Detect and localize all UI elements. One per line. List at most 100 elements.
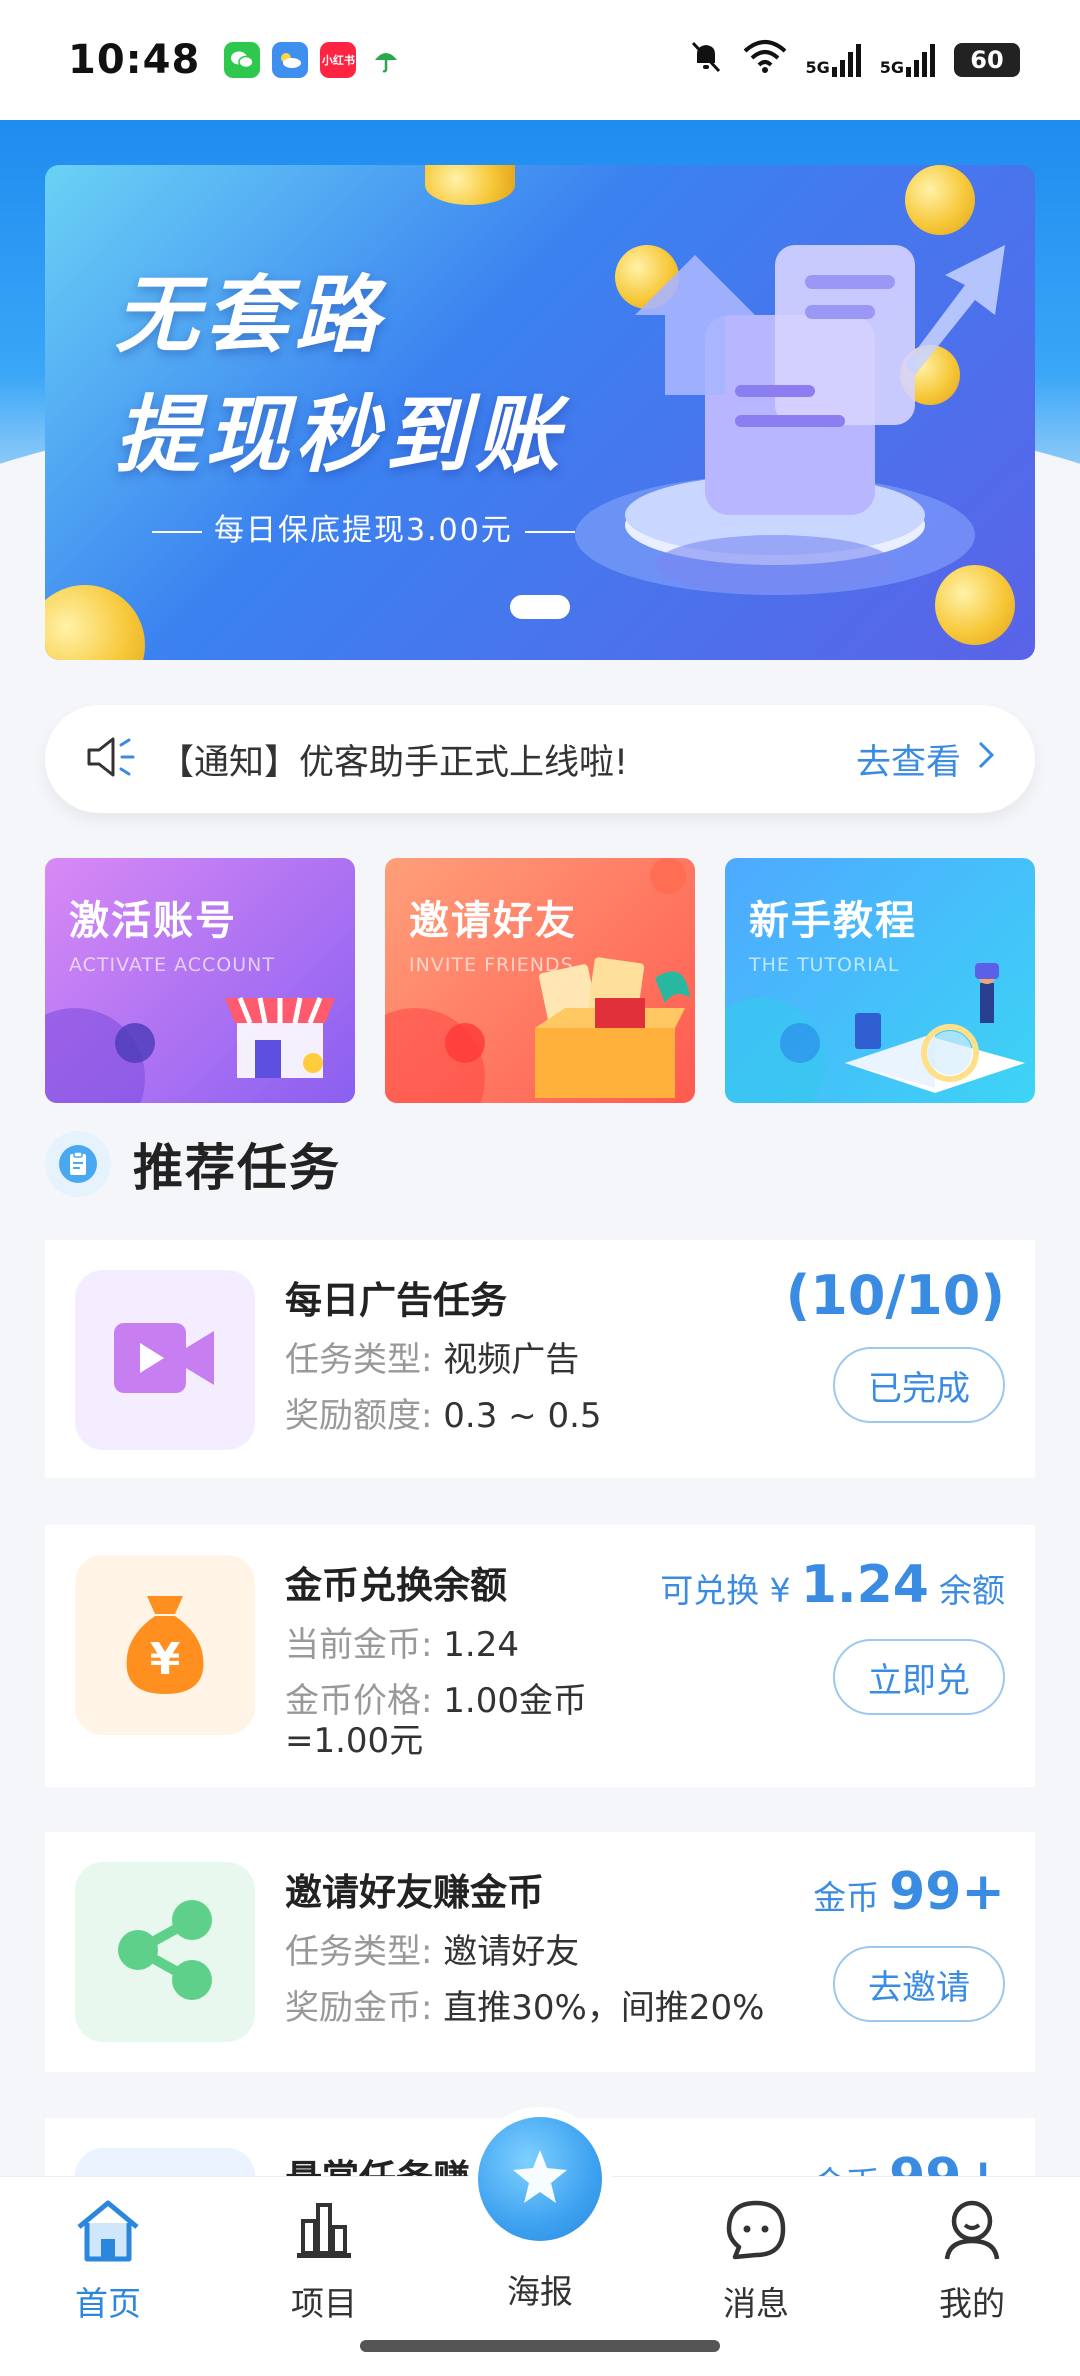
exchangeable-value: 1.24: [800, 1555, 929, 1615]
coin-price-value: 1.00金币: [443, 1681, 587, 1721]
task-type-value: 邀请好友: [443, 1932, 580, 1972]
status-time: 10:48: [68, 37, 201, 83]
gift-box-illustration: [535, 957, 690, 1098]
money-bag-icon: ¥: [115, 1588, 215, 1702]
coin-price-row: 金币价格: 1.00金币: [285, 1681, 587, 1721]
reward-range-label: 奖励额度:: [285, 1396, 433, 1436]
coin-reward-prefix: 金币: [813, 1878, 880, 1917]
completed-button[interactable]: 已完成: [833, 1347, 1005, 1423]
coin-price-continued: =1.00元: [285, 1721, 424, 1761]
bubble-decoration: [780, 1023, 820, 1063]
coin-price-label: 金币价格:: [285, 1681, 433, 1721]
task-icon-container: [75, 1270, 255, 1450]
reward-coins-row: 奖励金币: 直推30%，间推20%: [285, 1988, 764, 2028]
xiaohongshu-icon: 小红书: [320, 42, 357, 78]
task-type-value: 视频广告: [443, 1340, 580, 1380]
tutorial-title: 新手教程: [749, 898, 917, 944]
promo-banner[interactable]: 无套路 提现秒到账 每日保底提现3.00元: [45, 165, 1035, 660]
task-details: 邀请好友赚金币 任务类型: 邀请好友 奖励金币: 直推30%，间推20%: [285, 1862, 764, 2042]
nav-projects[interactable]: 项目: [254, 2197, 394, 2325]
view-notice-link[interactable]: 去查看: [856, 734, 995, 785]
carousel-indicator[interactable]: [510, 595, 570, 619]
task-actions: 金币 99+ 去邀请: [813, 1862, 1005, 2042]
nav-poster-label: 海报: [507, 2272, 573, 2311]
nav-messages[interactable]: 消息: [686, 2197, 826, 2325]
nav-profile-label: 我的: [939, 2284, 1005, 2323]
task-name: 金币兑换余额: [285, 1564, 507, 1607]
invite-friends-card[interactable]: 邀请好友 INVITE FRIENDS: [385, 858, 695, 1103]
view-notice-label: 去查看: [855, 742, 961, 783]
reward-range-value: 0.3 ~ 0.5: [443, 1396, 602, 1436]
nav-home[interactable]: 首页: [38, 2197, 178, 2325]
withdraw-illustration: [575, 245, 1005, 595]
task-name: 邀请好友赚金币: [285, 1871, 544, 1914]
reward-range-row: 奖励额度: 0.3 ~ 0.5: [285, 1396, 602, 1436]
bubble-decoration: [445, 1023, 485, 1063]
task-details: 每日广告任务 任务类型: 视频广告 奖励额度: 0.3 ~ 0.5: [285, 1270, 602, 1448]
task-actions: (10/10) 已完成: [786, 1264, 1005, 1448]
xiaohongshu-label: 小红书: [321, 54, 355, 67]
task-progress: (10/10): [785, 1264, 1005, 1327]
exchangeable-suffix: 余额: [939, 1571, 1005, 1610]
status-right: 5G 5G 60: [687, 37, 1020, 83]
signal-icon-1: 5G: [805, 43, 861, 77]
banner-title: 无套路 提现秒到账: [115, 255, 565, 495]
home-indicator[interactable]: [360, 2340, 720, 2352]
task-card-invite-friends[interactable]: 邀请好友赚金币 任务类型: 邀请好友 奖励金币: 直推30%，间推20% 金币 …: [45, 1832, 1035, 2072]
current-coins-row: 当前金币: 1.24: [285, 1625, 587, 1665]
go-invite-button[interactable]: 去邀请: [833, 1946, 1005, 2022]
current-coins-value: 1.24: [443, 1625, 519, 1665]
mute-icon: [687, 37, 725, 83]
activate-account-card[interactable]: 激活账号 ACTIVATE ACCOUNT: [45, 858, 355, 1103]
umbrella-icon: [368, 42, 404, 78]
banner-subtitle: 每日保底提现3.00元: [140, 505, 587, 549]
profile-icon: [939, 2197, 1005, 2267]
exchange-now-button[interactable]: 立即兑: [833, 1639, 1005, 1715]
task-icon-container: [75, 1862, 255, 2042]
task-icon-container: ¥: [75, 1555, 255, 1735]
status-bar: 10:48 小红书 5G 5G 60: [0, 0, 1080, 120]
nav-home-label: 首页: [75, 2284, 141, 2323]
coin-reward: 金币 99+: [813, 1862, 1005, 1922]
task-card-daily-ad[interactable]: 每日广告任务 任务类型: 视频广告 奖励额度: 0.3 ~ 0.5 (10/10…: [45, 1240, 1035, 1478]
book-illustration: [845, 963, 1025, 1093]
signal-1-label: 5G: [805, 58, 830, 77]
poster-center-button[interactable]: [478, 2117, 602, 2241]
signal-icon-2: 5G: [880, 43, 936, 77]
home-icon: [73, 2197, 143, 2267]
coin-decoration: [45, 585, 145, 660]
exchangeable-amount: 可兑换 ¥ 1.24 余额: [660, 1555, 1005, 1615]
recommended-tasks-header: 推荐任务: [45, 1128, 341, 1200]
nav-profile[interactable]: 我的: [902, 2197, 1042, 2325]
task-type-row: 任务类型: 视频广告: [285, 1340, 602, 1380]
task-type-label: 任务类型:: [285, 1340, 433, 1380]
speaker-icon: [85, 735, 139, 783]
task-details: 金币兑换余额 当前金币: 1.24 金币价格: 1.00金币 =1.00元: [285, 1555, 587, 1761]
wechat-icon: [224, 42, 261, 78]
current-coins-label: 当前金币:: [285, 1625, 433, 1665]
status-app-icons: 小红书: [224, 42, 404, 78]
reward-coins-value: 直推30%，间推20%: [443, 1988, 765, 2028]
battery-indicator: 60: [954, 43, 1020, 77]
weather-icon: [272, 42, 309, 78]
activate-account-title: 激活账号: [69, 898, 237, 944]
reward-coins-label: 奖励金币:: [285, 1988, 433, 2028]
nav-poster[interactable]: 海报: [470, 2255, 610, 2313]
video-camera-icon: [110, 1313, 220, 1407]
banner-title-line1: 无套路: [115, 266, 386, 364]
nav-messages-label: 消息: [723, 2284, 789, 2323]
task-name: 每日广告任务: [285, 1279, 507, 1322]
task-type-row: 任务类型: 邀请好友: [285, 1932, 764, 1972]
bubble-decoration: [115, 1023, 155, 1063]
shop-illustration: [225, 997, 335, 1078]
signal-2-label: 5G: [879, 58, 904, 77]
share-icon: [110, 1895, 220, 2009]
tutorial-card[interactable]: 新手教程 THE TUTORIAL: [725, 858, 1035, 1103]
coin-reward-value: 99+: [889, 1862, 1005, 1922]
banner-title-line2: 提现秒到账: [115, 386, 566, 484]
task-card-coin-exchange[interactable]: ¥ 金币兑换余额 当前金币: 1.24 金币价格: 1.00金币 =1.00元 …: [45, 1525, 1035, 1787]
chevron-right-icon: [977, 739, 995, 779]
nav-projects-label: 项目: [291, 2284, 357, 2323]
message-icon: [723, 2197, 789, 2267]
notice-bar[interactable]: 【通知】优客助手正式上线啦! 去查看: [45, 705, 1035, 813]
